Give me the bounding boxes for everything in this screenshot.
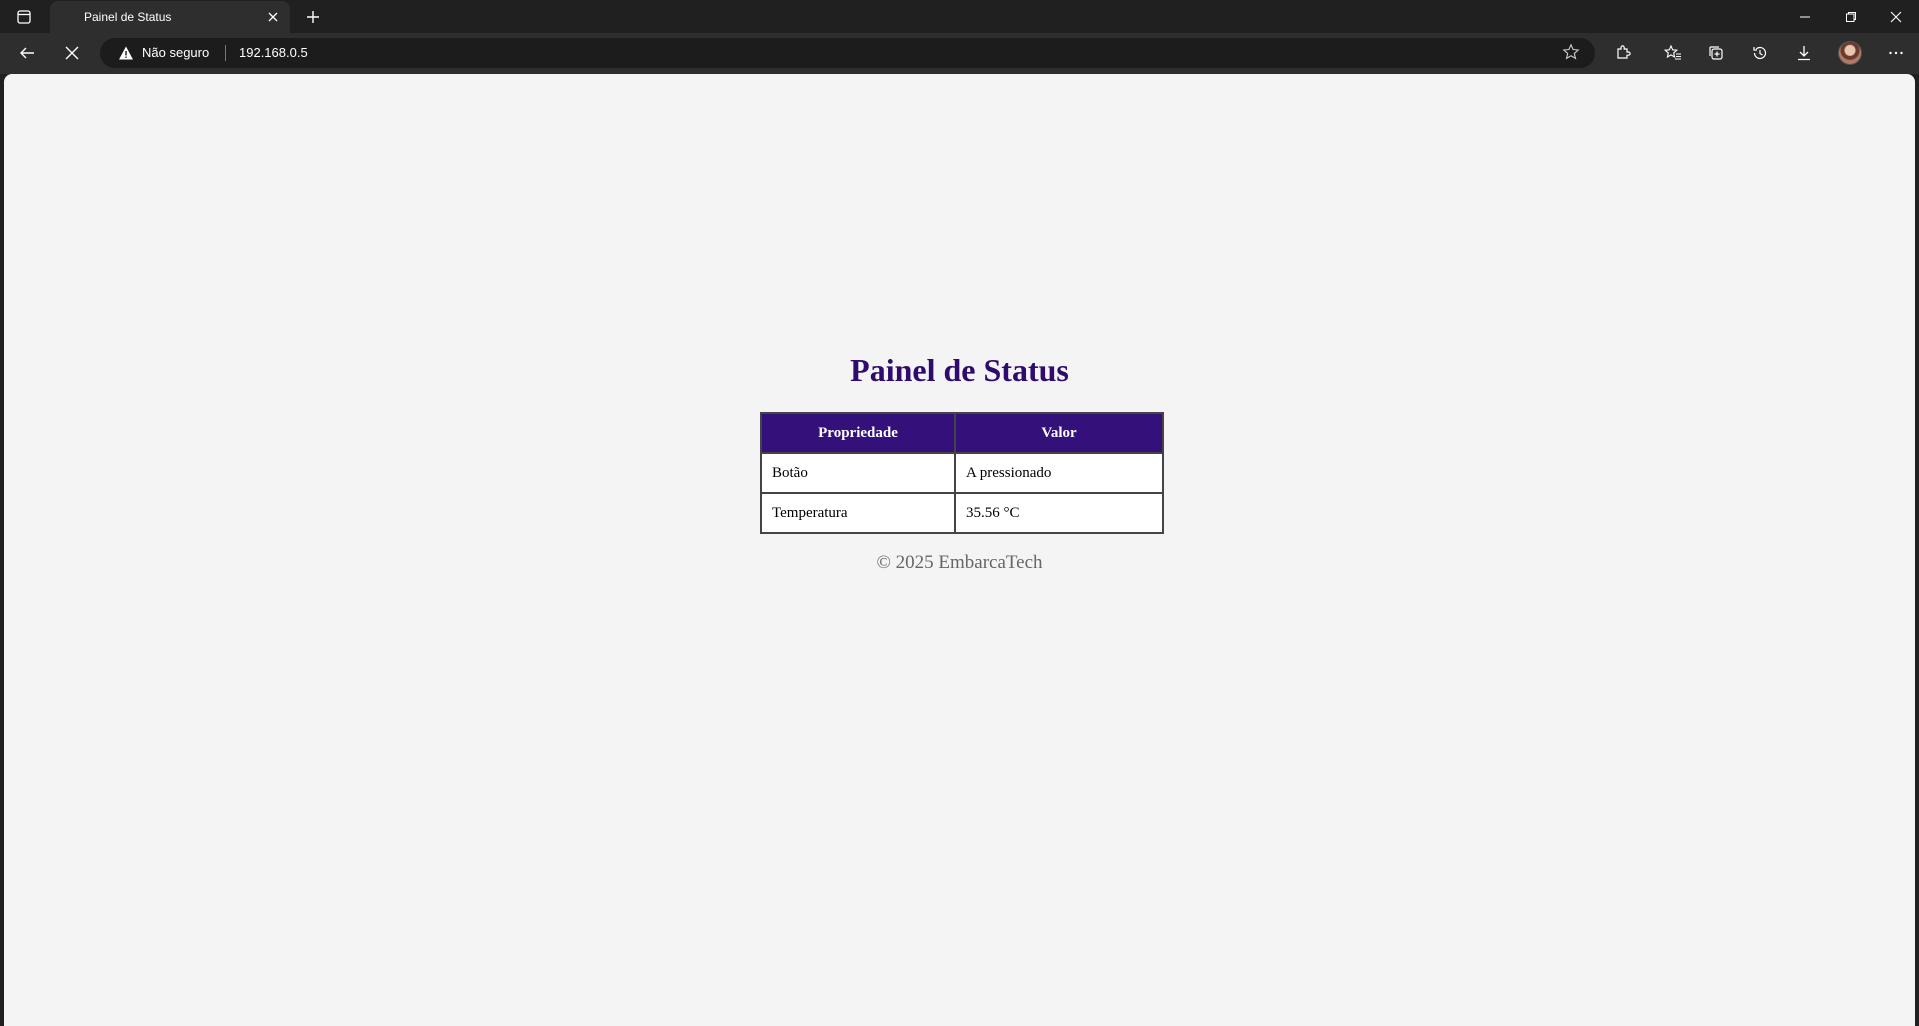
stop-loading-icon[interactable] — [56, 37, 88, 69]
cell-value: 35.56 °C — [954, 492, 1164, 534]
favorites-icon[interactable] — [1657, 37, 1689, 69]
cell-property: Temperatura — [760, 492, 956, 534]
table-header-row: Propriedade Valor — [760, 412, 1164, 454]
page-footer: © 2025 EmbarcaTech — [876, 552, 1043, 573]
back-arrow-icon[interactable] — [11, 37, 43, 69]
download-icon[interactable] — [1788, 37, 1820, 69]
column-header-property: Propriedade — [760, 412, 956, 454]
security-label[interactable]: Não seguro — [142, 45, 209, 60]
warning-icon[interactable] — [118, 45, 134, 61]
page-viewport: Painel de Status Propriedade Valor Botão… — [4, 74, 1915, 1026]
tab-active[interactable]: Painel de Status — [50, 1, 290, 33]
status-table: Propriedade Valor Botão A pressionado Te… — [760, 412, 1164, 534]
page-title: Painel de Status — [850, 352, 1069, 388]
minimize-icon[interactable] — [1782, 0, 1828, 33]
restore-icon[interactable] — [1828, 0, 1874, 33]
favorite-star-icon[interactable] — [1562, 43, 1582, 63]
table-row: Temperatura 35.56 °C — [760, 492, 1164, 534]
url-text[interactable]: 192.168.0.5 — [239, 45, 308, 60]
cell-value: A pressionado — [954, 452, 1164, 494]
browser-toolbar: Não seguro 192.168.0.5 — [0, 33, 1919, 74]
column-header-value: Valor — [954, 412, 1164, 454]
address-bar[interactable]: Não seguro 192.168.0.5 — [100, 38, 1595, 68]
close-window-icon[interactable] — [1873, 0, 1919, 33]
cell-property: Botão — [760, 452, 956, 494]
collections-icon[interactable] — [1700, 37, 1732, 69]
tab-actions-icon[interactable] — [8, 6, 40, 28]
tab-bar: Painel de Status — [0, 0, 1919, 33]
close-tab-icon[interactable] — [264, 8, 282, 26]
new-tab-icon[interactable] — [302, 6, 324, 28]
table-row: Botão A pressionado — [760, 452, 1164, 494]
history-icon[interactable] — [1744, 37, 1776, 69]
profile-avatar[interactable] — [1838, 41, 1862, 65]
tab-title: Painel de Status — [84, 10, 172, 24]
more-options-icon[interactable] — [1880, 37, 1912, 69]
address-separator — [225, 45, 226, 61]
extensions-icon[interactable] — [1607, 37, 1639, 69]
